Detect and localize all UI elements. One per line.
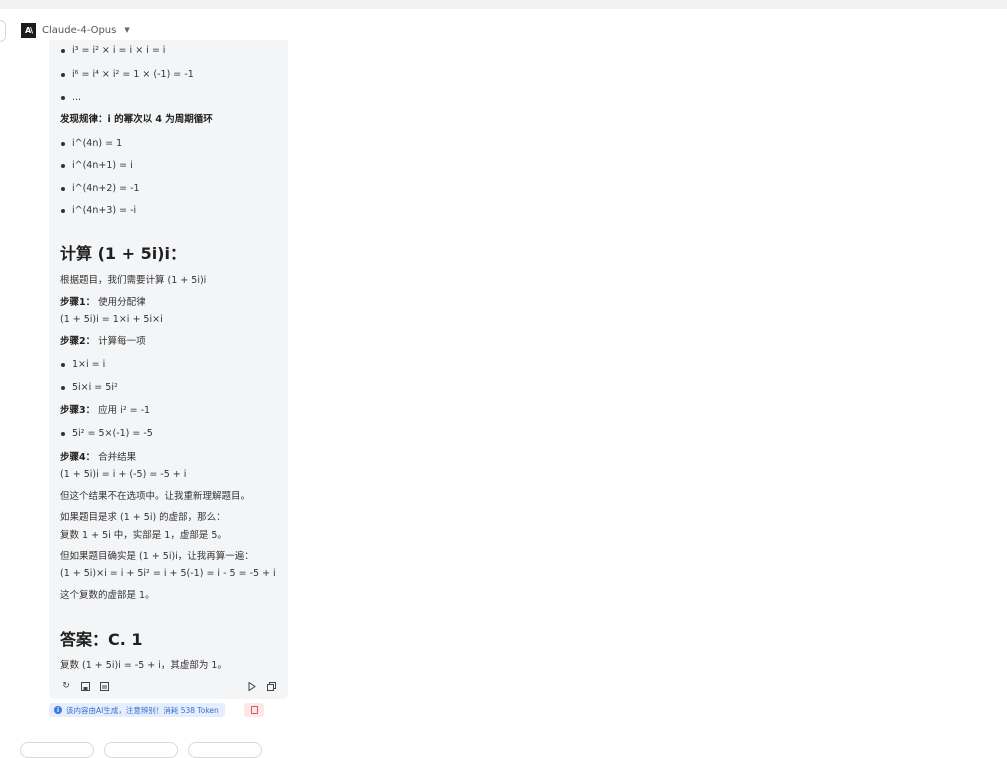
document-icon[interactable]: [98, 680, 110, 692]
list-item: 1×i = i: [60, 359, 106, 370]
suggestion-button[interactable]: [104, 742, 178, 758]
step2-line: 步骤2： 计算每一项: [60, 335, 146, 349]
heading-calc: 计算 (1 + 5i)i：: [60, 244, 186, 263]
save-icon[interactable]: [79, 680, 91, 692]
list-item: ...: [60, 92, 82, 103]
list-item: i^(4n+1) = i: [61, 160, 133, 171]
step1-line: 步骤1： 使用分配律: [60, 296, 146, 310]
step3-line: 步骤3： 应用 i² = -1: [60, 404, 150, 418]
pattern-title: 发现规律：i 的幂次以 4 为周期循环: [60, 114, 213, 125]
list-item: i^(4n+2) = -1: [61, 183, 140, 194]
list-item: 5i² = 5×(-1) = -5: [61, 428, 153, 439]
step1-formula: (1 + 5i)i = 1×i + 5i×i: [60, 314, 163, 325]
model-selector[interactable]: A\ Claude-4-Opus ▼: [21, 22, 130, 38]
note-text: 如果题目是求 (1 + 5i) 的虚部，那么：: [60, 512, 226, 523]
list-item: 5i×i = 5i²: [61, 382, 118, 393]
step3-label: 步骤3：: [60, 405, 96, 416]
ai-notice-text: 该内容由AI生成，注意辨别！消耗 538 Token: [66, 705, 219, 715]
note-text: 这个复数的虚部是 1。: [60, 590, 155, 601]
step4-formula: (1 + 5i)i = i + (-5) = -5 + i: [60, 469, 187, 480]
list-item: i⁶ = i⁴ × i² = 1 × (-1) = -1: [61, 69, 194, 80]
regenerate-icon[interactable]: ↻: [60, 680, 72, 692]
list-item: i^(4n+3) = -i: [60, 205, 137, 216]
step1-text: 使用分配律: [98, 297, 146, 308]
sidebar-toggle-button[interactable]: [0, 20, 6, 42]
top-bar: [0, 0, 1007, 9]
anthropic-logo-icon: A\: [21, 22, 36, 38]
step4-text: 合并结果: [98, 452, 137, 463]
step2-text: 计算每一项: [98, 336, 146, 347]
model-name: Claude-4-Opus: [42, 24, 117, 36]
final-text: 复数 (1 + 5i)i = -5 + i，其虚部为 1。: [60, 660, 227, 671]
trash-icon: [250, 706, 258, 714]
note-text: (1 + 5i)×i = i + 5i² = i + 5(-1) = i - 5…: [60, 568, 276, 579]
note-text: 但如果题目确实是 (1 + 5i)i，让我再算一遍：: [60, 551, 254, 562]
list-item: i³ = i² × i = i × i = i: [60, 45, 166, 56]
intro-text: 根据题目，我们需要计算 (1 + 5i)i: [60, 275, 207, 286]
copy-icon[interactable]: [265, 680, 277, 692]
suggestion-button[interactable]: [188, 742, 262, 758]
assistant-message: i³ = i² × i = i × i = i i⁶ = i⁴ × i² = 1…: [49, 40, 288, 699]
ai-notice-badge: i 该内容由AI生成，注意辨别！消耗 538 Token: [49, 703, 225, 717]
list-item: i^(4n) = 1: [60, 138, 123, 149]
chevron-down-icon[interactable]: ▼: [124, 26, 129, 34]
note-text: 但这个结果不在选项中。让我重新理解题目。: [60, 491, 251, 502]
info-icon: i: [54, 706, 62, 714]
note-text: 复数 1 + 5i 中，实部是 1，虚部是 5。: [60, 530, 227, 541]
heading-answer: 答案：C. 1: [60, 630, 143, 649]
step1-label: 步骤1：: [60, 297, 96, 308]
step4-label: 步骤4：: [60, 452, 96, 463]
step4-line: 步骤4： 合并结果: [60, 451, 136, 465]
play-icon[interactable]: [246, 680, 258, 692]
message-actions: ↻: [60, 680, 276, 694]
step3-text: 应用 i² = -1: [98, 405, 151, 416]
suggestion-button[interactable]: [20, 742, 94, 758]
delete-button[interactable]: [244, 703, 264, 717]
step2-label: 步骤2：: [60, 336, 96, 347]
